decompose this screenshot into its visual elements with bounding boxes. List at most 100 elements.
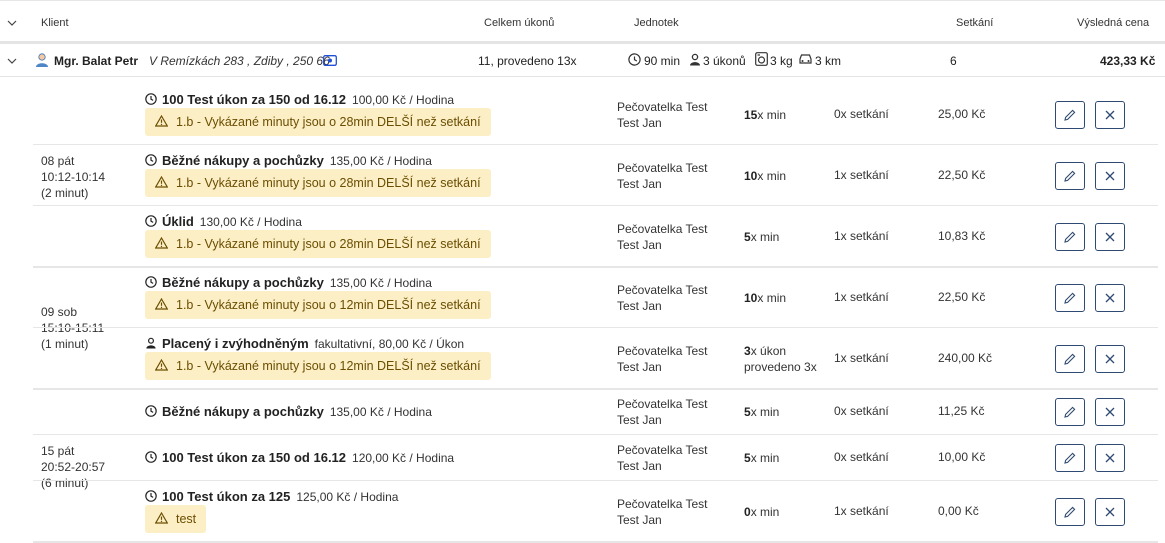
- service-name[interactable]: 100 Test úkon za 150 od 16.12: [162, 450, 346, 465]
- service-name[interactable]: Úklid: [162, 214, 194, 229]
- caregiver-name: Test Jan: [617, 299, 662, 313]
- header-meetings[interactable]: Setkání: [956, 17, 993, 29]
- caregiver: Pečovatelka Test Test Jan: [617, 160, 708, 192]
- table-row[interactable]: 100 Test úkon za 150 od 16.12 100,00 Kč /…: [33, 84, 1158, 145]
- row-price: 22,50 Kč: [938, 168, 986, 182]
- meetings-value: 1x setkání: [834, 290, 889, 304]
- edit-button[interactable]: [1055, 101, 1085, 129]
- clock-icon: [145, 92, 162, 107]
- service-price: fakultativní, 80,00 Kč / Úkon: [314, 337, 465, 351]
- caregiver: Pečovatelka Test Test Jan: [617, 99, 708, 131]
- delete-button[interactable]: [1095, 284, 1125, 312]
- units-value: 5x min: [744, 404, 779, 420]
- meetings-value: 0x setkání: [834, 450, 889, 464]
- warning-badge: 1.b - Vykázané minuty jsou o 28min DELŠÍ…: [145, 230, 491, 258]
- edit-button[interactable]: [1055, 162, 1085, 190]
- service-title: Placený i zvýhodněným fakultativní, 80,00…: [145, 336, 464, 351]
- warning-icon: [155, 176, 176, 190]
- service-name[interactable]: Běžné nákupy a pochůzky: [162, 275, 324, 290]
- table-row[interactable]: 100 Test úkon za 125 125,00 Kč / Hodina te…: [33, 481, 1158, 542]
- delete-button[interactable]: [1095, 498, 1125, 526]
- service-title: 100 Test úkon za 125 125,00 Kč / Hodina: [145, 489, 398, 504]
- units-number: 15: [744, 108, 758, 122]
- edit-button[interactable]: [1055, 398, 1085, 426]
- service-price: 125,00 Kč / Hodina: [296, 490, 399, 504]
- clock-icon: [145, 214, 162, 229]
- service-name[interactable]: Běžné nákupy a pochůzky: [162, 404, 324, 419]
- service-name[interactable]: 100 Test úkon za 125: [162, 489, 290, 504]
- delete-button[interactable]: [1095, 162, 1125, 190]
- row-price: 10,83 Kč: [938, 229, 986, 243]
- table-row[interactable]: Úklid 130,00 Kč / Hodina 1.b - Vykázané mi…: [33, 206, 1158, 267]
- edit-button[interactable]: [1055, 498, 1085, 526]
- delete-button[interactable]: [1095, 345, 1125, 373]
- edit-button[interactable]: [1055, 444, 1085, 472]
- service-price: 120,00 Kč / Hodina: [352, 451, 455, 465]
- client-total: 11, provedeno 13x: [478, 54, 577, 68]
- edit-icon: [1063, 505, 1077, 519]
- units-value: 15x min: [744, 107, 786, 123]
- meetings-value: 1x setkání: [834, 351, 889, 365]
- caregiver-role: Pečovatelka Test: [617, 397, 708, 411]
- service-name[interactable]: Placený i zvýhodněným: [162, 336, 309, 351]
- edit-button[interactable]: [1055, 284, 1085, 312]
- service-title: Běžné nákupy a pochůzky 135,00 Kč / Hodin…: [145, 153, 432, 168]
- table-row[interactable]: Běžné nákupy a pochůzky 135,00 Kč / Hodin…: [33, 389, 1158, 435]
- delete-button[interactable]: [1095, 398, 1125, 426]
- chevron-down-icon[interactable]: [7, 18, 17, 28]
- edit-icon: [1063, 451, 1077, 465]
- client-weight: 3 kg: [770, 54, 793, 68]
- edit-button[interactable]: [1055, 223, 1085, 251]
- header-units[interactable]: Jednotek: [634, 17, 679, 29]
- warning-badge: 1.b - Vykázané minuty jsou o 12min DELŠÍ…: [145, 291, 491, 319]
- warning-badge: 1.b - Vykázané minuty jsou o 28min DELŠÍ…: [145, 108, 491, 136]
- service-name[interactable]: Běžné nákupy a pochůzky: [162, 153, 324, 168]
- delete-button[interactable]: [1095, 444, 1125, 472]
- close-icon: [1103, 291, 1117, 305]
- id-card-icon[interactable]: [323, 55, 337, 69]
- caregiver: Pečovatelka Test Test Jan: [617, 221, 708, 253]
- units-unit: x min: [750, 451, 780, 465]
- units-number: 0: [744, 505, 751, 519]
- warning-icon: [155, 115, 176, 129]
- table-row[interactable]: Běžné nákupy a pochůzky 135,00 Kč / Hodin…: [33, 145, 1158, 206]
- close-icon: [1103, 505, 1117, 519]
- caregiver-name: Test Jan: [617, 513, 662, 527]
- client-row[interactable]: Mgr. Balat Petr V Remízkách 283 , Zdiby …: [0, 45, 1165, 77]
- caregiver-role: Pečovatelka Test: [617, 100, 708, 114]
- washer-icon: [755, 52, 768, 69]
- caregiver-name: Test Jan: [617, 116, 662, 130]
- units-number: 3: [744, 344, 751, 358]
- caregiver-name: Test Jan: [617, 177, 662, 191]
- header-price[interactable]: Výsledná cena: [1077, 17, 1149, 29]
- units-unit: x min: [750, 230, 780, 244]
- table-row[interactable]: Běžné nákupy a pochůzky 135,00 Kč / Hodin…: [33, 267, 1158, 328]
- user-icon: [34, 52, 50, 71]
- units-value: 10x min: [744, 290, 786, 306]
- delete-button[interactable]: [1095, 101, 1125, 129]
- row-price: 0,00 Kč: [938, 504, 979, 518]
- service-title: Běžné nákupy a pochůzky 135,00 Kč / Hodin…: [145, 275, 432, 290]
- client-name[interactable]: Mgr. Balat Petr: [54, 54, 138, 68]
- header-client[interactable]: Klient: [41, 17, 69, 29]
- close-icon: [1103, 230, 1117, 244]
- caregiver-name: Test Jan: [617, 360, 662, 374]
- warning-badge: 1.b - Vykázané minuty jsou o 12min DELŠÍ…: [145, 352, 491, 380]
- warning-icon: [155, 359, 176, 373]
- units-number: 10: [744, 169, 758, 183]
- edit-button[interactable]: [1055, 345, 1085, 373]
- warning-text: 1.b - Vykázané minuty jsou o 28min DELŠÍ…: [176, 115, 481, 129]
- warning-text: 1.b - Vykázané minuty jsou o 28min DELŠÍ…: [176, 237, 481, 251]
- service-name[interactable]: 100 Test úkon za 150 od 16.12: [162, 92, 346, 107]
- delete-button[interactable]: [1095, 223, 1125, 251]
- table-row[interactable]: Placený i zvýhodněným fakultativní, 80,00…: [33, 328, 1158, 389]
- warning-text: test: [176, 512, 197, 526]
- table-row[interactable]: 100 Test úkon za 150 od 16.12 120,00 Kč /…: [33, 435, 1158, 481]
- units-number: 10: [744, 291, 758, 305]
- units-value: 5x min: [744, 229, 779, 245]
- warning-badge: 1.b - Vykázané minuty jsou o 28min DELŠÍ…: [145, 169, 491, 197]
- header-total[interactable]: Celkem úkonů: [484, 17, 554, 29]
- edit-icon: [1063, 230, 1077, 244]
- units-value: 5x min: [744, 450, 779, 466]
- chevron-down-icon[interactable]: [7, 56, 17, 66]
